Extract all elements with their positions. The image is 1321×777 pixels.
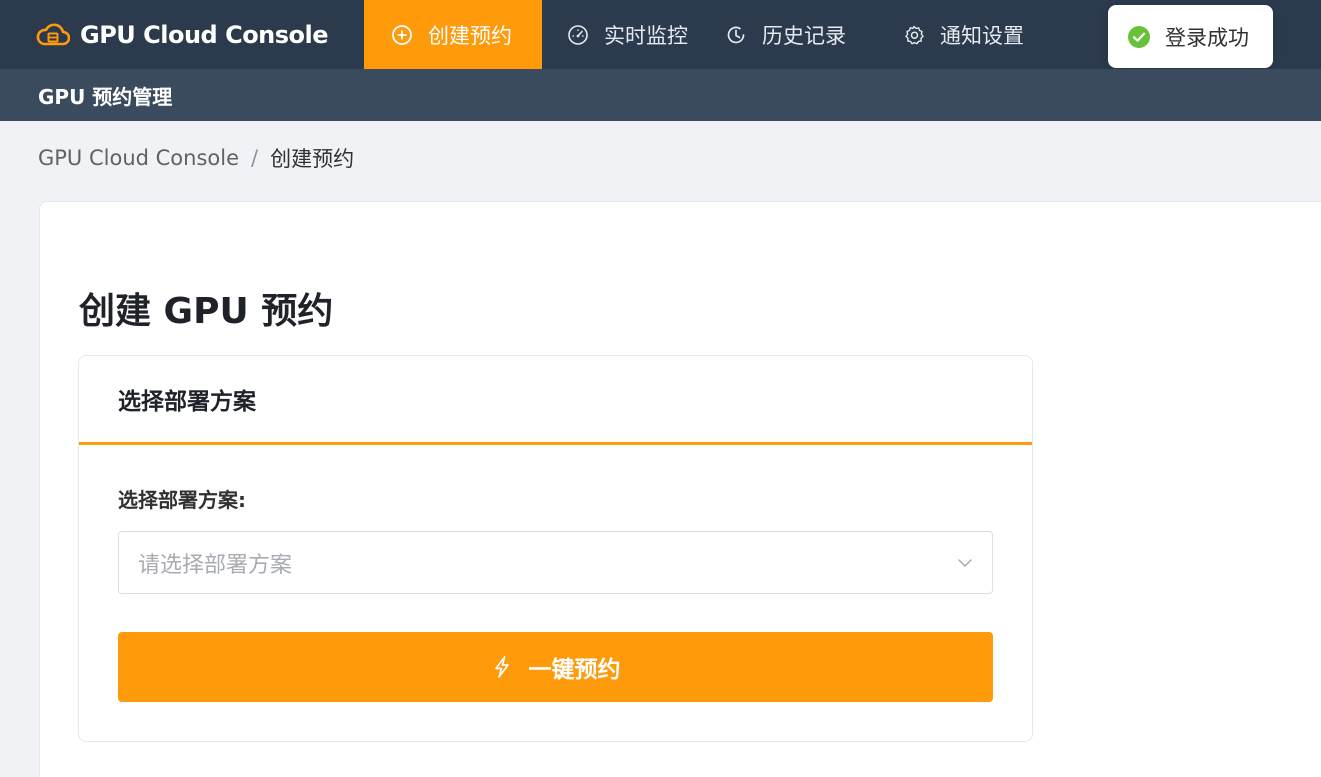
plus-circle-icon xyxy=(390,23,414,47)
gauge-icon xyxy=(566,23,590,47)
panel-header-title: 选择部署方案 xyxy=(118,389,256,415)
brand[interactable]: GPU Cloud Console xyxy=(0,0,364,69)
toast-message: 登录成功 xyxy=(1165,25,1249,50)
breadcrumb-separator: / xyxy=(251,146,259,170)
login-success-toast: 登录成功 xyxy=(1108,5,1273,68)
breadcrumb: GPU Cloud Console / 创建预约 xyxy=(38,143,354,173)
page-title: 创建 GPU 预约 xyxy=(79,291,334,332)
gear-icon xyxy=(902,23,926,47)
chevron-down-icon xyxy=(956,554,974,572)
breadcrumb-home[interactable]: GPU Cloud Console xyxy=(38,146,239,170)
select-placeholder: 请选择部署方案 xyxy=(138,552,293,578)
nav-item-label: 通知设置 xyxy=(940,23,1024,48)
deployment-plan-panel: 选择部署方案 选择部署方案: 请选择部署方案 一键预约 xyxy=(78,355,1033,742)
lightning-icon xyxy=(491,655,515,679)
sub-header-title: GPU 预约管理 xyxy=(38,84,173,109)
reserve-button-label: 一键预约 xyxy=(528,657,621,683)
nav-item-label: 创建预约 xyxy=(428,23,512,48)
one-click-reserve-button[interactable]: 一键预约 xyxy=(118,632,993,702)
main-nav: 创建预约 实时监控 历史记录 通知设置 xyxy=(364,0,1098,69)
check-circle-icon xyxy=(1127,25,1151,49)
breadcrumb-current: 创建预约 xyxy=(270,147,355,171)
panel-header: 选择部署方案 xyxy=(79,356,1032,445)
deployment-plan-select[interactable]: 请选择部署方案 xyxy=(118,531,993,594)
sub-header: GPU 预约管理 xyxy=(0,69,1321,121)
nav-item-realtime-monitor[interactable]: 实时监控 xyxy=(542,0,720,69)
nav-item-label: 历史记录 xyxy=(762,23,846,48)
nav-item-notification-settings[interactable]: 通知设置 xyxy=(898,0,1098,69)
nav-item-history[interactable]: 历史记录 xyxy=(720,0,898,69)
history-icon xyxy=(724,23,748,47)
nav-item-create-reservation[interactable]: 创建预约 xyxy=(364,0,542,69)
nav-item-label: 实时监控 xyxy=(604,23,688,48)
cloud-server-icon xyxy=(36,21,72,49)
deployment-plan-label: 选择部署方案: xyxy=(118,488,246,512)
app-title: GPU Cloud Console xyxy=(80,20,329,49)
